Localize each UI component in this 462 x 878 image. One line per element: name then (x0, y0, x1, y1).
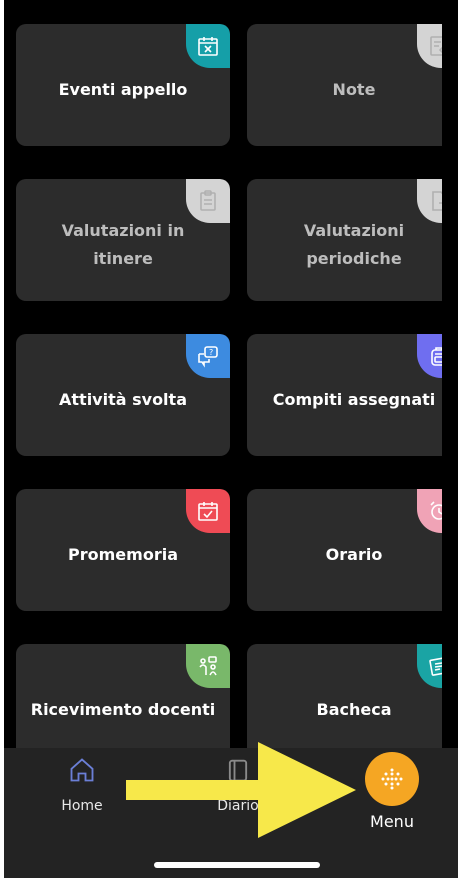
tile-valutazioni-in-itinere[interactable]: Valutazioni in itinere (16, 179, 230, 301)
tile-orario[interactable]: Orario (247, 489, 442, 611)
tile-note[interactable]: Note (247, 24, 442, 146)
nav-menu-label: Menu (370, 812, 414, 831)
home-indicator (154, 862, 320, 868)
tile-label: Note (332, 80, 376, 99)
pointer-arrow (126, 742, 356, 838)
tile-valutazioni-periodiche[interactable]: Valutazioni periodiche (247, 179, 442, 301)
menu-button[interactable] (365, 752, 419, 806)
tile-label: Valutazioni in itinere (61, 221, 185, 268)
tile-compiti-assegnati[interactable]: Compiti assegnati (247, 334, 442, 456)
tile-label: Bacheca (316, 700, 392, 719)
tile-ricevimento-docenti[interactable]: Ricevimento docenti (16, 644, 230, 748)
tile-promemoria[interactable]: Promemoria (16, 489, 230, 611)
tile-label: Compiti assegnati (272, 390, 436, 409)
tile-eventi-appello[interactable]: Eventi appello (16, 24, 230, 146)
nav-home-label: Home (61, 798, 103, 814)
nav-home[interactable]: Home (52, 756, 112, 814)
tile-bacheca[interactable]: Bacheca (247, 644, 442, 748)
tile-label: Orario (325, 545, 383, 564)
tile-label: Valutazioni periodiche (303, 221, 405, 268)
tile-label: Promemoria (68, 545, 178, 564)
tile-label: Ricevimento docenti (30, 700, 216, 719)
tile-attivita-svolta[interactable]: ? Attività svolta (16, 334, 230, 456)
menu-grid: Eventi appello Note Valutazioni in itine… (16, 24, 442, 748)
home-icon (70, 758, 94, 782)
tile-label: Eventi appello (58, 80, 188, 99)
tile-label: Attività svolta (59, 390, 187, 409)
grid-dots-icon (381, 768, 403, 790)
nav-menu[interactable]: Menu (352, 752, 432, 831)
